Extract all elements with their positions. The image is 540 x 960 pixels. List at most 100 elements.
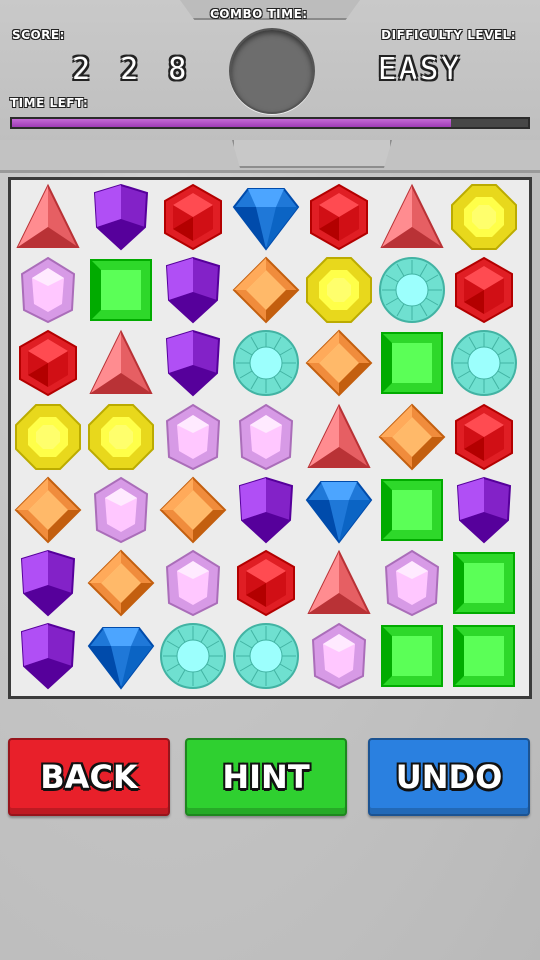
teal-round-icon [233,330,300,397]
red-hexagon-gem[interactable] [450,256,518,324]
yellow-octagon-icon [87,403,154,470]
blue-diamond-gem[interactable] [232,183,300,251]
orange-rhombus-gem[interactable] [14,476,82,544]
pink-pentagon-icon [20,257,76,324]
orange-rhombus-gem[interactable] [232,256,300,324]
red-hexagon-gem[interactable] [450,403,518,471]
pink-pentagon-gem[interactable] [159,403,227,471]
purple-shield-icon [93,183,148,251]
red-triangle-icon [16,183,80,248]
green-square-gem[interactable] [450,549,518,617]
red-hexagon-gem[interactable] [305,183,373,251]
hint-button[interactable]: HINT [185,738,347,816]
blue-diamond-gem[interactable] [305,476,373,544]
green-square-gem[interactable] [378,622,446,690]
red-hexagon-gem[interactable] [232,549,300,617]
green-square-icon [380,478,443,541]
green-square-icon [380,332,443,395]
pink-pentagon-gem[interactable] [305,622,373,690]
pink-pentagon-icon [239,403,294,470]
orange-rhombus-icon [378,403,445,471]
pink-pentagon-icon [311,623,366,690]
yellow-octagon-icon [15,403,81,470]
red-hexagon-icon [309,183,368,251]
teal-round-gem[interactable] [450,329,518,397]
score-label: SCORE: [12,28,65,42]
time-left-label: TIME LEFT: [10,96,89,110]
green-square-gem[interactable] [87,256,155,324]
yellow-octagon-icon [451,184,518,250]
purple-shield-gem[interactable] [159,329,227,397]
teal-round-icon [451,330,518,397]
pink-pentagon-gem[interactable] [159,549,227,617]
teal-round-icon [233,623,300,690]
purple-shield-icon [457,476,512,544]
game-board [8,177,532,699]
pink-pentagon-gem[interactable] [14,256,82,324]
red-triangle-gem[interactable] [87,329,155,397]
red-hexagon-icon [455,403,514,470]
score-value: 2 2 8 [72,52,193,87]
red-hexagon-gem[interactable] [159,183,227,251]
orange-rhombus-icon [14,476,82,544]
time-left-fill [12,119,451,127]
purple-shield-icon [166,257,221,324]
orange-rhombus-gem[interactable] [305,329,373,397]
red-triangle-icon [307,549,371,614]
green-square-gem[interactable] [378,476,446,544]
orange-rhombus-icon [87,549,155,617]
red-hexagon-gem[interactable] [14,329,82,397]
undo-button[interactable]: UNDO [368,738,530,816]
teal-round-gem[interactable] [159,622,227,690]
green-square-icon [89,259,152,322]
green-square-gem[interactable] [450,622,518,690]
purple-shield-gem[interactable] [232,476,300,544]
yellow-octagon-gem[interactable] [305,256,373,324]
blue-diamond-gem[interactable] [87,622,155,690]
red-triangle-icon [89,330,153,395]
difficulty-value: EASY [378,52,463,87]
red-hexagon-icon [164,183,223,251]
purple-shield-gem[interactable] [14,622,82,690]
purple-shield-icon [20,623,76,690]
red-triangle-gem[interactable] [305,549,373,617]
purple-shield-gem[interactable] [87,183,155,251]
pink-pentagon-icon [166,403,221,470]
red-triangle-gem[interactable] [378,183,446,251]
blue-diamond-icon [87,627,154,690]
orange-rhombus-icon [232,256,300,324]
orange-rhombus-gem[interactable] [159,476,227,544]
yellow-octagon-gem[interactable] [87,403,155,471]
teal-round-gem[interactable] [232,622,300,690]
green-square-gem[interactable] [378,329,446,397]
pink-pentagon-gem[interactable] [87,476,155,544]
back-button[interactable]: BACK [8,738,170,816]
red-triangle-gem[interactable] [305,403,373,471]
pink-pentagon-gem[interactable] [232,403,300,471]
orange-rhombus-gem[interactable] [87,549,155,617]
teal-round-icon [160,623,227,690]
teal-round-gem[interactable] [232,329,300,397]
green-square-icon [453,552,516,614]
difficulty-label: DIFFICULTY LEVEL: [381,28,516,42]
purple-shield-gem[interactable] [450,476,518,544]
red-triangle-icon [307,403,371,468]
red-hexagon-icon [237,549,296,617]
green-square-icon [453,625,516,688]
red-hexagon-icon [455,257,514,324]
red-triangle-gem[interactable] [14,183,82,251]
yellow-octagon-gem[interactable] [450,183,518,251]
combo-timer-dial [229,28,315,114]
orange-rhombus-gem[interactable] [378,403,446,471]
purple-shield-gem[interactable] [159,256,227,324]
teal-round-gem[interactable] [378,256,446,324]
purple-shield-gem[interactable] [14,549,82,617]
orange-rhombus-icon [159,476,227,544]
yellow-octagon-gem[interactable] [14,403,82,471]
pink-pentagon-gem[interactable] [378,549,446,617]
red-hexagon-icon [19,330,77,397]
blue-diamond-icon [305,480,373,544]
red-triangle-icon [379,183,444,248]
purple-shield-icon [20,549,76,617]
purple-shield-icon [166,330,221,397]
